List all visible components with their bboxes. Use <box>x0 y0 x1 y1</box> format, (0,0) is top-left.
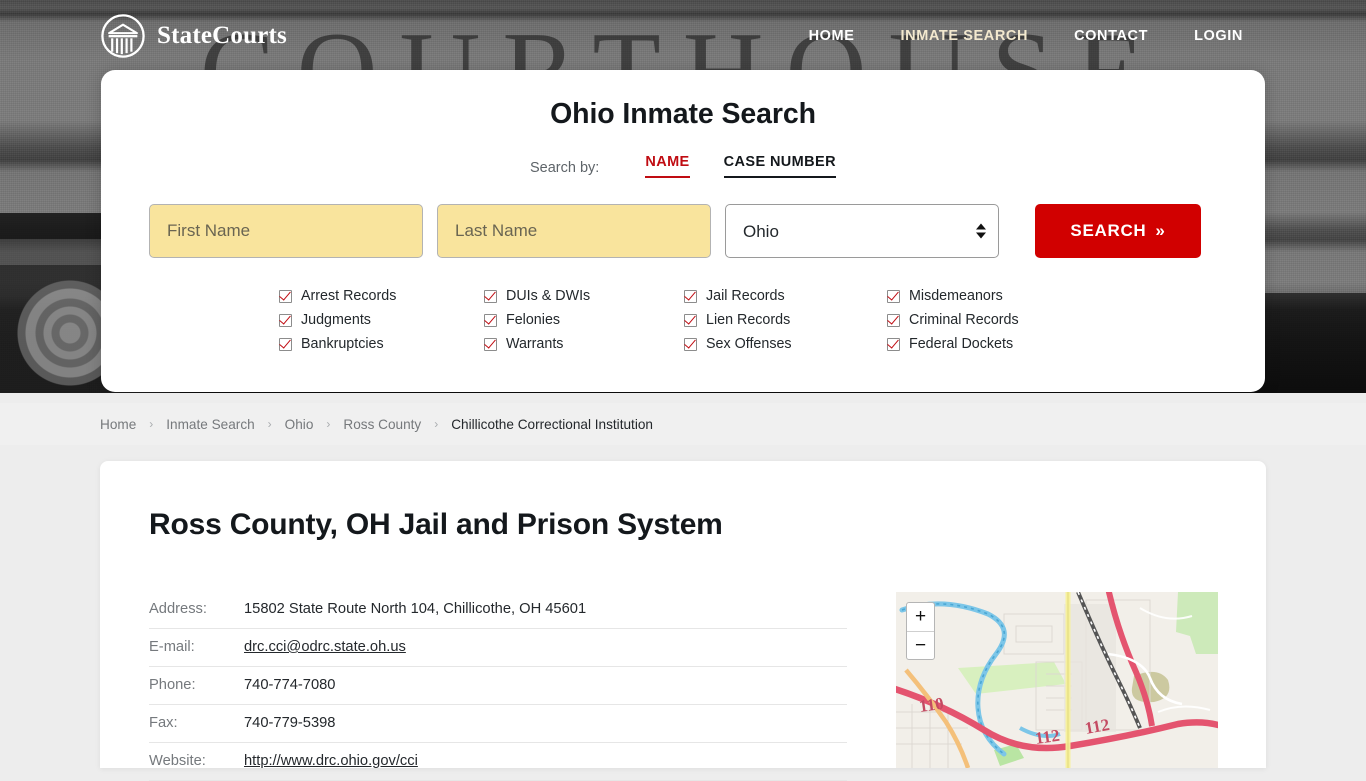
feature-item: Criminal Records <box>887 308 1087 332</box>
tab-search-by-name[interactable]: NAME <box>645 154 690 178</box>
map-zoom-controls: + − <box>906 602 935 660</box>
nav-link-home[interactable]: HOME <box>786 28 878 44</box>
svg-text:112: 112 <box>1034 726 1061 748</box>
checkbox-checked-icon <box>684 289 697 303</box>
search-button-label: SEARCH <box>1070 221 1147 240</box>
brand-logo[interactable]: StateCourts <box>100 13 287 59</box>
checkbox-checked-icon <box>484 313 497 327</box>
feature-item: Felonies <box>484 308 684 332</box>
checkbox-checked-icon <box>887 289 900 303</box>
email-link[interactable]: drc.cci@odrc.state.oh.us <box>244 639 406 655</box>
first-name-input[interactable] <box>149 204 423 258</box>
brand-name: StateCourts <box>157 22 287 49</box>
detail-key: E-mail: <box>149 639 195 655</box>
inmate-search-card: Ohio Inmate Search Search by: NAME CASE … <box>101 70 1265 392</box>
chevron-right-icon: › <box>267 417 272 431</box>
breadcrumb-item-home[interactable]: Home <box>100 417 136 432</box>
table-row: Website: http://www.drc.ohio.gov/cci <box>149 743 847 781</box>
feature-label: Bankruptcies <box>301 336 384 352</box>
hero-banner: COURTHOUSE StateCourts HOME INMATE SEARC… <box>0 0 1366 393</box>
feature-item: Jail Records <box>684 284 887 308</box>
breadcrumb-item-ross-county[interactable]: Ross County <box>343 417 421 432</box>
nav-link-login[interactable]: LOGIN <box>1171 28 1266 44</box>
breadcrumb-item-current: Chillicothe Correctional Institution <box>451 416 653 432</box>
nav-link-inmate-search[interactable]: INMATE SEARCH <box>878 28 1052 44</box>
feature-item: Sex Offenses <box>684 332 887 356</box>
feature-label: DUIs & DWIs <box>506 288 591 304</box>
feature-item: Arrest Records <box>279 284 484 308</box>
detail-key: Phone: <box>149 677 196 693</box>
map-zoom-out-button[interactable]: − <box>907 632 934 661</box>
breadcrumb-bar: Home › Inmate Search › Ohio › Ross Count… <box>0 403 1366 445</box>
checkbox-checked-icon <box>887 337 900 351</box>
feature-label: Felonies <box>506 312 561 328</box>
tab-search-by-case-number[interactable]: CASE NUMBER <box>723 154 836 178</box>
table-row: E-mail: drc.cci@odrc.state.oh.us <box>149 629 847 667</box>
feature-label: Lien Records <box>706 312 791 328</box>
checkbox-checked-icon <box>684 337 697 351</box>
chevron-right-icon: › <box>326 417 331 431</box>
detail-value-email: drc.cci@odrc.state.oh.us <box>244 629 847 667</box>
website-link[interactable]: http://www.drc.ohio.gov/cci <box>244 753 418 769</box>
search-fields-row: Ohio SEARCH » <box>149 204 1265 258</box>
detail-value: 15802 State Route North 104, Chillicothe… <box>244 601 587 617</box>
feature-item: Warrants <box>484 332 684 356</box>
feature-label: Sex Offenses <box>706 336 792 352</box>
record-types-grid: Arrest Records DUIs & DWIs Jail Records … <box>101 284 1265 356</box>
detail-value: 740-774-7080 <box>244 677 336 693</box>
state-select-wrapper: Ohio <box>725 204 999 258</box>
feature-item: Judgments <box>279 308 484 332</box>
search-by-label: Search by: <box>530 160 600 176</box>
chevron-right-double-icon: » <box>1155 221 1166 240</box>
top-navigation-bar: StateCourts HOME INMATE SEARCH CONTACT L… <box>0 0 1366 72</box>
feature-item: Bankruptcies <box>279 332 484 356</box>
breadcrumb-item-inmate-search[interactable]: Inmate Search <box>166 417 254 432</box>
last-name-input[interactable] <box>437 204 711 258</box>
checkbox-checked-icon <box>484 289 497 303</box>
table-row: Address: 15802 State Route North 104, Ch… <box>149 591 847 629</box>
search-card-title: Ohio Inmate Search <box>550 98 816 130</box>
checkbox-checked-icon <box>279 337 292 351</box>
feature-label: Judgments <box>301 312 371 328</box>
feature-item: DUIs & DWIs <box>484 284 684 308</box>
chevron-right-icon: › <box>149 417 154 431</box>
courthouse-circle-icon <box>101 14 145 58</box>
detail-key: Website: <box>149 753 206 769</box>
svg-text:110: 110 <box>918 694 945 716</box>
state-select[interactable]: Ohio <box>725 204 999 258</box>
table-row: Phone: 740-774-7080 <box>149 667 847 705</box>
checkbox-checked-icon <box>279 313 292 327</box>
map-zoom-in-button[interactable]: + <box>907 603 934 632</box>
chevron-right-icon: › <box>434 417 439 431</box>
checkbox-checked-icon <box>684 313 697 327</box>
search-button[interactable]: SEARCH » <box>1035 204 1201 258</box>
breadcrumb: Home › Inmate Search › Ohio › Ross Count… <box>100 417 653 432</box>
breadcrumb-item-ohio[interactable]: Ohio <box>285 417 314 432</box>
detail-key: Address: <box>149 601 207 617</box>
main-nav: HOME INMATE SEARCH CONTACT LOGIN <box>786 28 1266 44</box>
page-title: Ross County, OH Jail and Prison System <box>149 508 723 541</box>
search-by-row: Search by: NAME CASE NUMBER <box>101 154 1265 178</box>
table-row: Fax: 740-779-5398 <box>149 705 847 743</box>
checkbox-checked-icon <box>279 289 292 303</box>
feature-item: Federal Dockets <box>887 332 1087 356</box>
feature-item: Lien Records <box>684 308 887 332</box>
feature-label: Warrants <box>506 336 564 352</box>
detail-value-website: http://www.drc.ohio.gov/cci <box>244 743 847 781</box>
location-map[interactable]: 110 112 112 + − <box>896 592 1218 768</box>
nav-link-contact[interactable]: CONTACT <box>1051 28 1171 44</box>
detail-key: Fax: <box>149 715 178 731</box>
feature-label: Arrest Records <box>301 288 397 304</box>
feature-label: Criminal Records <box>909 312 1019 328</box>
feature-label: Jail Records <box>706 288 785 304</box>
feature-item: Misdemeanors <box>887 284 1087 308</box>
feature-label: Federal Dockets <box>909 336 1014 352</box>
checkbox-checked-icon <box>484 337 497 351</box>
detail-value: 740-779-5398 <box>244 715 336 731</box>
feature-label: Misdemeanors <box>909 288 1003 304</box>
checkbox-checked-icon <box>887 313 900 327</box>
facility-details-table: Address: 15802 State Route North 104, Ch… <box>149 591 847 781</box>
map-tiles: 110 112 112 <box>896 592 1218 768</box>
